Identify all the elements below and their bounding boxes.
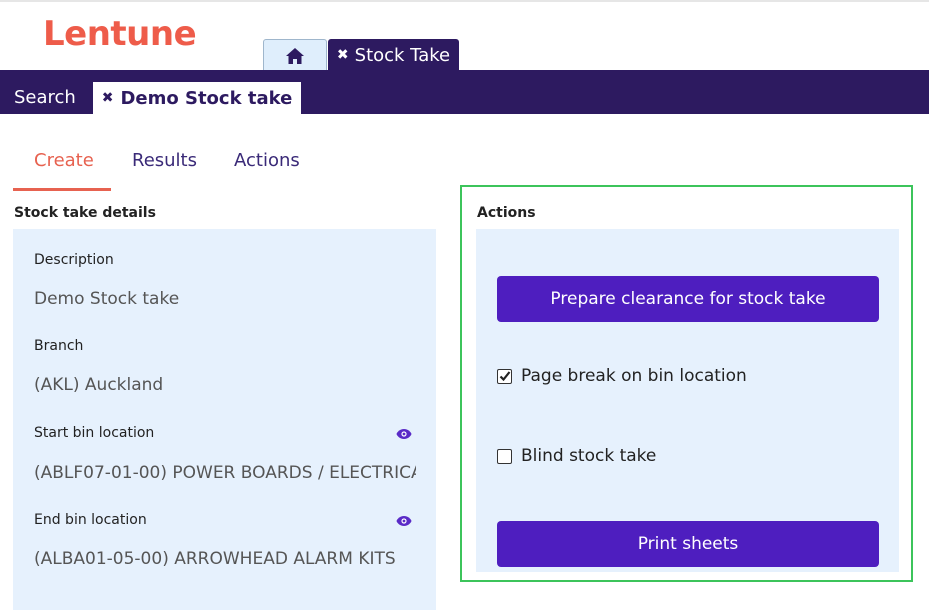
tab-stock-take[interactable]: ✖ Stock Take bbox=[328, 39, 459, 71]
details-panel: Description Demo Stock take Branch (AKL)… bbox=[13, 229, 436, 610]
subtab-actions[interactable]: Actions bbox=[234, 150, 300, 171]
start-bin-label: Start bin location bbox=[34, 425, 155, 441]
tab-stock-take-label: Stock Take bbox=[354, 44, 451, 66]
details-section-title: Stock take details bbox=[14, 205, 156, 221]
blind-stock-take-label[interactable]: Blind stock take bbox=[521, 446, 656, 466]
close-icon[interactable]: ✖ bbox=[102, 90, 114, 106]
tab-demo-stock-take-label: Demo Stock take bbox=[120, 87, 293, 109]
eye-icon[interactable] bbox=[396, 515, 412, 527]
subtab-results[interactable]: Results bbox=[132, 150, 197, 171]
print-sheets-button[interactable]: Print sheets bbox=[497, 521, 879, 567]
actions-section-title: Actions bbox=[477, 205, 536, 221]
subtab-create[interactable]: Create bbox=[34, 150, 94, 171]
description-value[interactable]: Demo Stock take bbox=[34, 289, 416, 309]
home-tab[interactable] bbox=[263, 39, 327, 71]
prepare-clearance-button[interactable]: Prepare clearance for stock take bbox=[497, 276, 879, 322]
branch-value[interactable]: (AKL) Auckland bbox=[34, 375, 416, 395]
start-bin-value[interactable]: (ABLF07-01-00) POWER BOARDS / ELECTRICAL bbox=[34, 463, 416, 483]
top-border bbox=[0, 0, 929, 2]
checkmark-icon bbox=[499, 371, 510, 382]
blind-stock-take-option[interactable]: Blind stock take bbox=[497, 446, 656, 466]
lentune-logo: Lentune bbox=[43, 14, 197, 54]
page-break-checkbox[interactable] bbox=[497, 368, 512, 384]
home-icon bbox=[286, 47, 304, 64]
page-break-label[interactable]: Page break on bin location bbox=[521, 366, 747, 386]
active-tab-underline bbox=[13, 188, 111, 191]
description-label: Description bbox=[34, 252, 114, 268]
branch-label: Branch bbox=[34, 338, 84, 354]
end-bin-value[interactable]: (ALBA01-05-00) ARROWHEAD ALARM KITS bbox=[34, 549, 416, 569]
nav-search-link[interactable]: Search bbox=[14, 87, 76, 108]
close-icon[interactable]: ✖ bbox=[337, 47, 349, 63]
blind-stock-take-checkbox[interactable] bbox=[497, 448, 512, 464]
tab-demo-stock-take[interactable]: ✖ Demo Stock take bbox=[93, 82, 301, 114]
end-bin-label: End bin location bbox=[34, 512, 147, 528]
page-break-option[interactable]: Page break on bin location bbox=[497, 366, 747, 386]
eye-icon[interactable] bbox=[396, 428, 412, 440]
